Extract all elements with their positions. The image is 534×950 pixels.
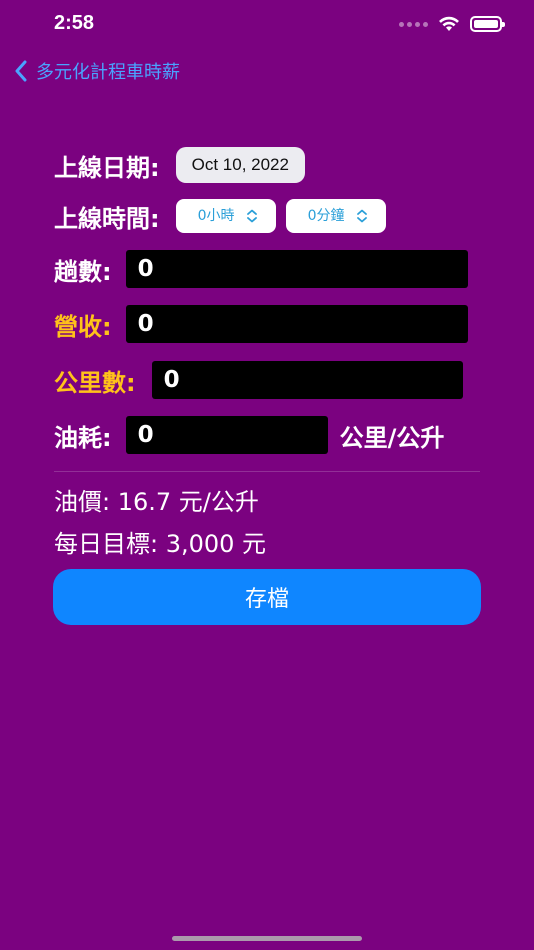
- time-label: 上線時間:: [54, 204, 160, 233]
- fuel-input[interactable]: 0: [125, 416, 328, 454]
- chevron-updown-icon: [246, 209, 257, 223]
- status-time: 2:58: [54, 12, 95, 34]
- chevron-left-icon: [15, 60, 27, 82]
- fuel-label: 油耗:: [54, 423, 112, 452]
- date-picker[interactable]: Oct 10, 2022: [175, 147, 305, 183]
- time-row: 上線時間: 0小時 0分鐘: [54, 198, 386, 234]
- fuel-row: 油耗: 0 公里/公升: [54, 416, 444, 454]
- distance-label: 公里數:: [54, 368, 136, 397]
- date-label: 上線日期:: [54, 153, 160, 182]
- battery-icon: [470, 16, 505, 32]
- cellular-icon: [399, 21, 428, 27]
- date-row: 上線日期: Oct 10, 2022: [54, 146, 305, 184]
- status-icons: [399, 16, 505, 32]
- fuel-unit: 公里/公升: [339, 423, 445, 452]
- hours-picker-text: 0小時: [197, 208, 235, 224]
- divider: [54, 471, 480, 472]
- distance-input[interactable]: 0: [151, 361, 463, 399]
- distance-row: 公里數: 0: [54, 361, 463, 399]
- wifi-icon: [439, 16, 459, 31]
- minutes-picker-text: 0分鐘: [307, 208, 345, 224]
- hours-picker[interactable]: 0小時: [175, 199, 276, 233]
- back-button[interactable]: 多元化計程車時薪: [14, 56, 180, 86]
- save-button[interactable]: 存檔: [53, 569, 481, 625]
- minutes-picker[interactable]: 0分鐘: [285, 199, 386, 233]
- trips-row: 趟數: 0: [54, 250, 468, 288]
- trips-label: 趟數:: [54, 257, 112, 286]
- home-indicator: [172, 936, 362, 941]
- fuel-price: 油價: 16.7 元/公升: [54, 488, 259, 516]
- trips-input[interactable]: 0: [125, 250, 468, 288]
- revenue-input[interactable]: 0: [125, 305, 468, 343]
- daily-goal: 每日目標: 3,000 元: [54, 530, 267, 558]
- status-bar: 2:58: [0, 0, 534, 50]
- revenue-label: 營收:: [54, 312, 112, 341]
- back-title: 多元化計程車時薪: [36, 62, 180, 83]
- chevron-updown-icon: [356, 209, 367, 223]
- revenue-row: 營收: 0: [54, 305, 468, 343]
